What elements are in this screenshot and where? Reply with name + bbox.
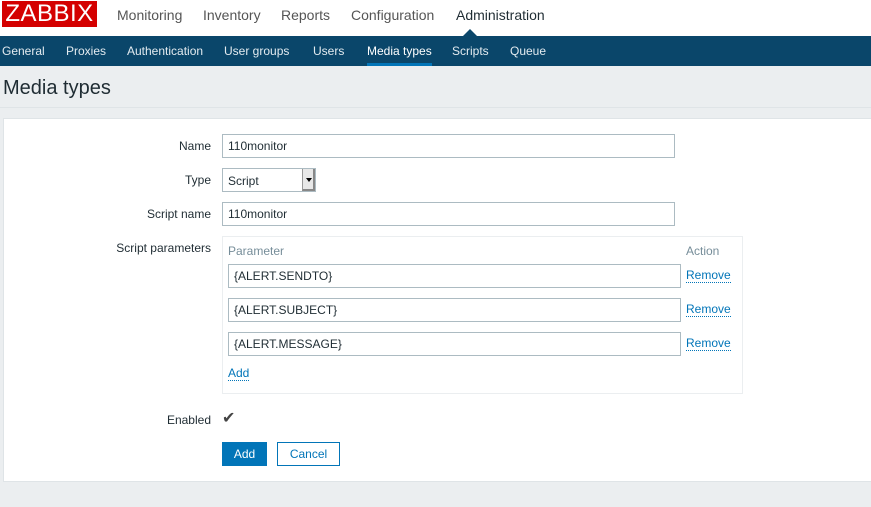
enabled-checkbox[interactable]: ✔ (222, 411, 238, 427)
param-input[interactable]: {ALERT.SUBJECT} (228, 298, 681, 322)
tab-general[interactable]: General (2, 44, 45, 58)
type-select[interactable]: Script (222, 168, 316, 192)
page-title: Media types (3, 77, 111, 99)
type-value: Script (228, 174, 259, 188)
menu-administration[interactable]: Administration (456, 7, 545, 23)
tab-authentication[interactable]: Authentication (127, 44, 203, 58)
zabbix-logo[interactable]: ZABBIX (2, 1, 97, 27)
menu-reports[interactable]: Reports (281, 7, 330, 23)
tab-scripts[interactable]: Scripts (452, 44, 489, 58)
tab-users[interactable]: Users (313, 44, 344, 58)
chevron-down-icon[interactable] (302, 169, 315, 191)
name-label: Name (178, 139, 211, 153)
action-header: Action (686, 244, 720, 258)
name-input[interactable]: 110monitor (222, 134, 675, 158)
tab-queue[interactable]: Queue (510, 44, 546, 58)
add-button[interactable]: Add (222, 442, 267, 466)
remove-link[interactable]: Remove (686, 269, 731, 283)
parameter-header: Parameter (228, 244, 285, 258)
menu-monitoring[interactable]: Monitoring (117, 7, 182, 23)
type-label: Type (184, 173, 211, 187)
cancel-button[interactable]: Cancel (277, 442, 340, 466)
script-params-label: Script parameters (116, 241, 211, 255)
param-input[interactable]: {ALERT.SENDTO} (228, 264, 681, 288)
tab-proxies[interactable]: Proxies (66, 44, 106, 58)
remove-link[interactable]: Remove (686, 337, 731, 351)
menu-inventory[interactable]: Inventory (203, 7, 261, 23)
divider (0, 107, 871, 108)
tab-media-types[interactable]: Media types (367, 44, 432, 58)
script-name-input[interactable]: 110monitor (222, 202, 675, 226)
enabled-label: Enabled (166, 413, 211, 427)
active-tab-underline (367, 63, 432, 66)
tab-user-groups[interactable]: User groups (224, 44, 289, 58)
active-menu-arrow (463, 29, 477, 36)
remove-link[interactable]: Remove (686, 303, 731, 317)
param-input[interactable]: {ALERT.MESSAGE} (228, 332, 681, 356)
script-name-label: Script name (146, 207, 211, 221)
add-param-link[interactable]: Add (228, 367, 250, 381)
menu-configuration[interactable]: Configuration (351, 7, 434, 23)
